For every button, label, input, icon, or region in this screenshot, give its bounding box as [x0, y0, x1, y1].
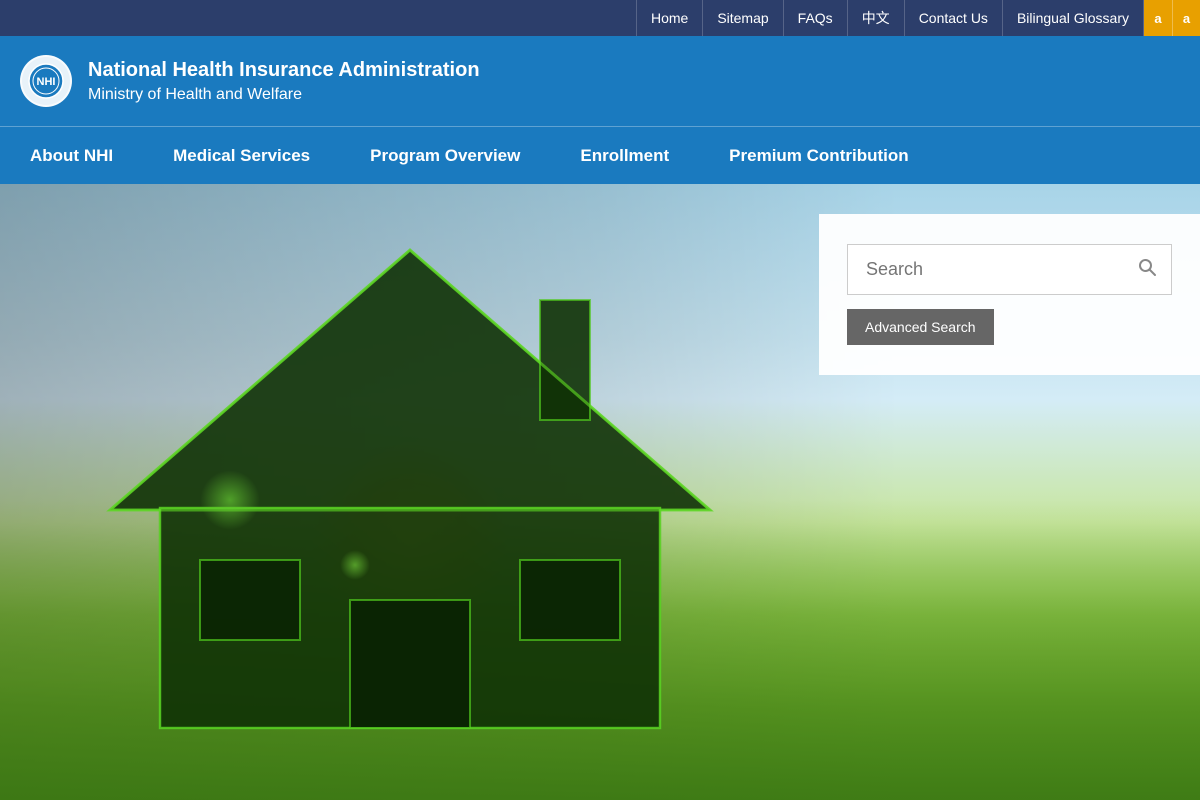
- search-input[interactable]: [858, 245, 1133, 294]
- nav-home[interactable]: Home: [636, 0, 702, 36]
- org-name: National Health Insurance Administration…: [88, 59, 480, 104]
- main-nav: About NHI Medical Services Program Overv…: [0, 126, 1200, 184]
- search-input-wrap: [847, 244, 1172, 295]
- nav-faqs[interactable]: FAQs: [783, 0, 847, 36]
- font-size-large-btn[interactable]: a: [1172, 0, 1200, 36]
- site-header: NHI National Health Insurance Administra…: [0, 36, 1200, 126]
- font-size-small-btn[interactable]: a: [1144, 0, 1172, 36]
- font-size-controls: a a: [1143, 0, 1200, 36]
- house-silhouette: [60, 220, 760, 740]
- nav-chinese[interactable]: 中文: [847, 0, 904, 36]
- search-icon: [1137, 257, 1157, 277]
- search-panel: Advanced Search: [819, 214, 1200, 375]
- svg-text:NHI: NHI: [37, 76, 56, 88]
- org-line2: Ministry of Health and Welfare: [88, 86, 480, 104]
- lens-flare-2: [340, 550, 370, 580]
- nav-about-nhi[interactable]: About NHI: [0, 127, 143, 184]
- nav-medical-services[interactable]: Medical Services: [143, 127, 340, 184]
- utility-nav: Home Sitemap FAQs 中文 Contact Us Bilingua…: [636, 0, 1143, 36]
- nav-contact-us[interactable]: Contact Us: [904, 0, 1002, 36]
- nav-enrollment[interactable]: Enrollment: [550, 127, 699, 184]
- lens-flare-1: [200, 470, 260, 530]
- utility-bar: Home Sitemap FAQs 中文 Contact Us Bilingua…: [0, 0, 1200, 36]
- nav-program-overview[interactable]: Program Overview: [340, 127, 550, 184]
- hero-section: Advanced Search: [0, 184, 1200, 800]
- advanced-search-button[interactable]: Advanced Search: [847, 309, 994, 345]
- logo: NHI: [20, 55, 72, 107]
- nav-sitemap[interactable]: Sitemap: [702, 0, 782, 36]
- org-line1: National Health Insurance Administration: [88, 59, 480, 82]
- search-icon-button[interactable]: [1133, 253, 1161, 286]
- logo-icon: NHI: [27, 62, 65, 100]
- nav-bilingual-glossary[interactable]: Bilingual Glossary: [1002, 0, 1143, 36]
- nav-premium-contribution[interactable]: Premium Contribution: [699, 127, 938, 184]
